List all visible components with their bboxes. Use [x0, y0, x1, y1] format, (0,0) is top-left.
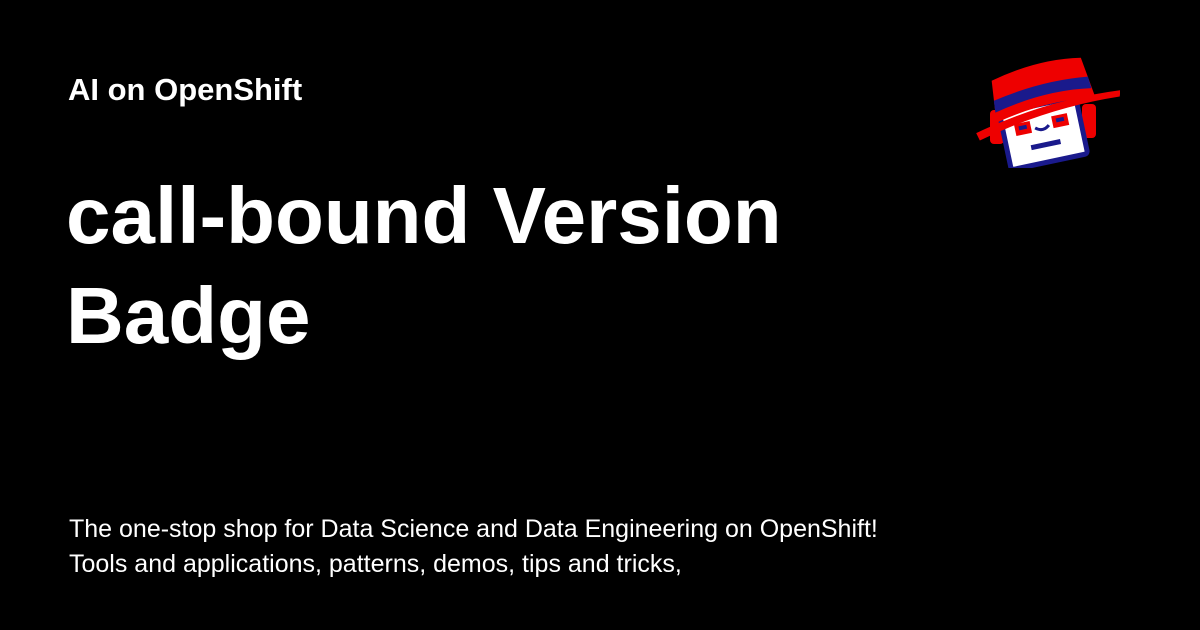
- site-description: The one-stop shop for Data Science and D…: [69, 515, 878, 578]
- robot-with-red-hat-icon: [976, 57, 1120, 168]
- site-name[interactable]: AI on OpenShift: [68, 70, 302, 110]
- page-title: call-bound Version Badge: [66, 171, 782, 360]
